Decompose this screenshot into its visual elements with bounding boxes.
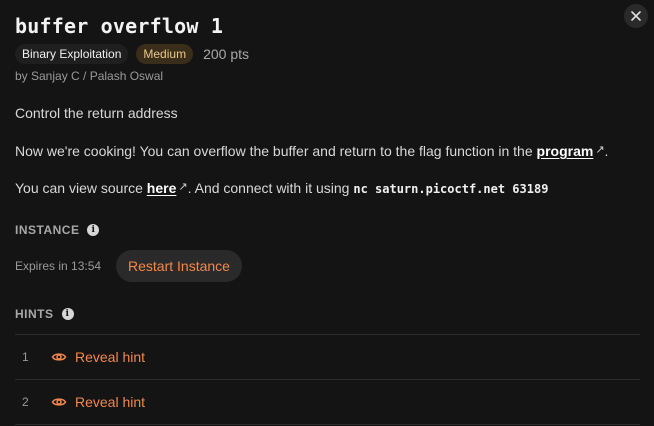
external-link-icon: ↗ <box>595 144 605 156</box>
eye-icon <box>51 398 67 406</box>
program-link[interactable]: program <box>537 143 594 159</box>
instance-heading: INSTANCE i <box>15 223 100 237</box>
reveal-hint-button[interactable]: Reveal hint <box>51 349 145 365</box>
restart-instance-button[interactable]: Restart Instance <box>116 250 242 282</box>
external-link-icon: ↗ <box>178 181 188 193</box>
reveal-hint-button[interactable]: Reveal hint <box>51 394 145 410</box>
category-badge: Binary Exploitation <box>15 44 129 64</box>
expires-label: Expires in 13:54 <box>15 259 102 273</box>
connect-text: . And connect with it using <box>187 180 354 196</box>
challenge-subtitle: Control the return address <box>15 105 178 121</box>
description-suffix: . <box>604 143 609 159</box>
challenge-title: buffer overflow 1 <box>15 14 224 38</box>
points-label: 200 pts <box>203 46 250 62</box>
info-icon[interactable]: i <box>61 308 74 320</box>
info-icon[interactable]: i <box>87 224 100 236</box>
hint-row: 1 Reveal hint <box>15 334 640 379</box>
source-text: You can view source <box>15 180 147 196</box>
description-text: Now we're cooking! You can overflow the … <box>15 143 537 159</box>
connect-command: nc saturn.picoctf.net 63189 <box>353 182 549 196</box>
hint-row: 2 Reveal hint <box>15 379 640 425</box>
difficulty-badge: Medium <box>136 44 194 64</box>
hint-number: 1 <box>22 350 29 364</box>
hints-label: HINTS <box>15 307 54 321</box>
eye-icon <box>51 353 67 361</box>
author-label: by Sanjay C / Palash Oswal <box>15 69 164 83</box>
reveal-hint-label: Reveal hint <box>75 394 146 410</box>
source-link[interactable]: here <box>147 180 177 196</box>
close-icon <box>631 11 641 21</box>
source-paragraph: You can view source here ↗. And connect w… <box>15 180 548 196</box>
hints-list: 1 Reveal hint 2 Reveal hint <box>15 334 640 425</box>
reveal-hint-label: Reveal hint <box>75 349 146 365</box>
challenge-meta: Binary Exploitation Medium 200 pts <box>15 44 249 64</box>
instance-label: INSTANCE <box>15 223 80 237</box>
hints-heading: HINTS i <box>15 307 74 321</box>
description-paragraph: Now we're cooking! You can overflow the … <box>15 143 608 159</box>
hint-number: 2 <box>22 395 29 409</box>
close-button[interactable] <box>624 4 648 28</box>
